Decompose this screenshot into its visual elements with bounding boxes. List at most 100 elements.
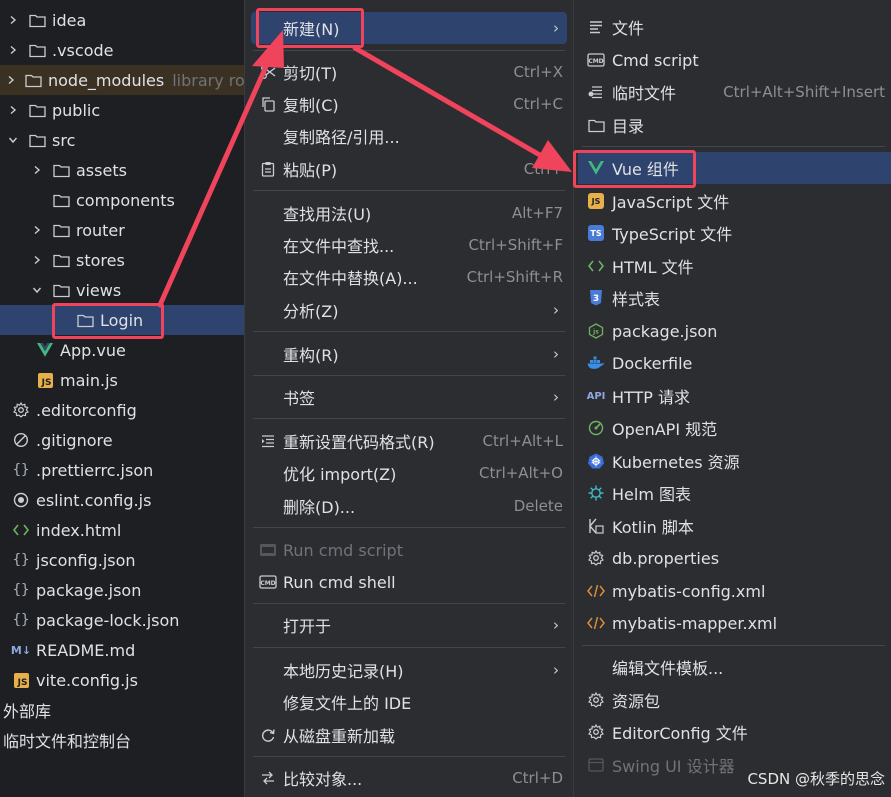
tree-row[interactable]: {} jsconfig.json — [0, 545, 244, 575]
tree-row[interactable]: src — [0, 125, 244, 155]
submenu-item-mybatis-mapper[interactable]: mybatis-mapper.xml — [578, 607, 891, 639]
annotation-box-new — [256, 8, 364, 48]
chevron-right-icon[interactable] — [30, 163, 44, 177]
submenu-item-scratch-file[interactable]: 临时文件 Ctrl+Alt+Shift+Insert — [578, 76, 891, 108]
menu-item-copy-path[interactable]: 复制路径/引用... — [251, 120, 567, 152]
submenu-item-typescript[interactable]: TS TypeScript 文件 — [578, 217, 891, 249]
menu-item-local-history[interactable]: 本地历史记录(H) › — [251, 654, 567, 686]
submenu-item-label: 样式表 — [612, 290, 661, 309]
submenu-item-javascript[interactable]: JS JavaScript 文件 — [578, 185, 891, 217]
tree-row-scratches[interactable]: 临时文件和控制台 — [0, 725, 244, 755]
tree-row[interactable]: .gitignore — [0, 425, 244, 455]
html-icon — [12, 521, 30, 539]
menu-item-delete[interactable]: 删除(D)... Delete — [251, 490, 567, 522]
project-tree: idea .vscode node_modules library ro public s… — [0, 0, 244, 797]
chevron-right-icon[interactable] — [6, 43, 20, 57]
svg-text:CMD: CMD — [588, 58, 603, 65]
submenu-item-helm-chart[interactable]: Helm 图表 — [578, 477, 891, 509]
submenu-item-resource-bundle[interactable]: 资源包 — [578, 684, 891, 716]
ts-icon: TS — [587, 224, 605, 242]
tree-item-label: App.vue — [60, 340, 126, 360]
submenu-item-dockerfile[interactable]: Dockerfile — [578, 347, 891, 379]
tree-row[interactable]: {} .prettierrc.json — [0, 455, 244, 485]
tree-row[interactable]: JS vite.config.js — [0, 665, 244, 695]
tree-item-label: package.json — [36, 580, 142, 600]
tree-row[interactable]: .editorconfig — [0, 395, 244, 425]
submenu-arrow-icon: › — [553, 661, 559, 679]
helm-icon — [587, 484, 605, 502]
tree-row[interactable]: idea — [0, 5, 244, 35]
submenu-item-package-json[interactable]: js package.json — [578, 315, 891, 347]
tree-row[interactable]: stores — [0, 245, 244, 275]
submenu-item-kubernetes[interactable]: Kubernetes 资源 — [578, 445, 891, 477]
menu-item-reformat-code[interactable]: 重新设置代码格式(R) Ctrl+Alt+L — [251, 425, 567, 457]
reload-icon — [259, 726, 277, 744]
chevron-down-icon[interactable] — [30, 283, 44, 297]
menu-item-compare-with[interactable]: 比较对象... Ctrl+D — [251, 762, 567, 794]
submenu-item-cmd-script[interactable]: CMD Cmd script — [578, 44, 891, 76]
tree-row[interactable]: router — [0, 215, 244, 245]
tree-row[interactable]: M↓ README.md — [0, 635, 244, 665]
submenu-item-editorconfig[interactable]: EditorConfig 文件 — [578, 716, 891, 748]
submenu-item-openapi[interactable]: OpenAPI 规范 — [578, 412, 891, 444]
chevron-right-icon[interactable] — [6, 13, 20, 27]
tree-row[interactable]: .vscode — [0, 35, 244, 65]
menu-item-label: 优化 import(Z) — [283, 465, 397, 484]
menu-item-reload-from-disk[interactable]: 从磁盘重新加载 — [251, 719, 567, 751]
submenu-item-stylesheet[interactable]: 3 样式表 — [578, 282, 891, 314]
menu-item-find-in-files[interactable]: 在文件中查找... Ctrl+Shift+F — [251, 229, 567, 261]
menu-separator — [253, 647, 565, 648]
menu-item-replace-in-files[interactable]: 在文件中替换(A)... Ctrl+Shift+R — [251, 261, 567, 293]
tree-item-label: assets — [76, 160, 127, 180]
menu-item-copy[interactable]: 复制(C) Ctrl+C — [251, 88, 567, 120]
menu-item-repair-ide[interactable]: 修复文件上的 IDE — [251, 686, 567, 718]
tree-row[interactable]: {} package.json — [0, 575, 244, 605]
chevron-right-icon[interactable] — [6, 103, 20, 117]
menu-item-label: 书签 — [283, 389, 316, 408]
menu-item-paste[interactable]: 粘贴(P) Ctrl+ — [251, 153, 567, 185]
menu-separator — [253, 375, 565, 376]
chevron-down-icon[interactable] — [6, 133, 20, 147]
chevron-right-icon[interactable] — [30, 223, 44, 237]
submenu-item-file[interactable]: 文件 — [578, 11, 891, 43]
submenu-item-edit-templates[interactable]: 编辑文件模板... — [578, 651, 891, 683]
menu-item-cut[interactable]: 剪切(T) Ctrl+X — [251, 56, 567, 88]
submenu-item-label: package.json — [612, 321, 718, 341]
submenu-item-http-request[interactable]: API HTTP 请求 — [578, 380, 891, 412]
submenu-item-label: db.properties — [612, 548, 720, 568]
menu-item-open-in[interactable]: 打开于 › — [251, 609, 567, 641]
menu-item-run-cmd-shell[interactable]: CMD Run cmd shell — [251, 566, 567, 598]
submenu-item-kotlin-script[interactable]: Kotlin 脚本 — [578, 510, 891, 542]
tree-row[interactable]: public — [0, 95, 244, 125]
folder-icon — [28, 101, 46, 119]
tree-row[interactable]: views — [0, 275, 244, 305]
tree-row[interactable]: {} package-lock.json — [0, 605, 244, 635]
menu-item-optimize-imports[interactable]: 优化 import(Z) Ctrl+Alt+O — [251, 457, 567, 489]
tree-row[interactable]: App.vue — [0, 335, 244, 365]
menu-item-analyze[interactable]: 分析(Z) › — [251, 294, 567, 326]
shortcut: Ctrl+D — [512, 769, 563, 787]
tree-row[interactable]: eslint.config.js — [0, 485, 244, 515]
svg-text:3: 3 — [593, 294, 599, 304]
tree-row-external-libraries[interactable]: 外部库 — [0, 695, 244, 725]
chevron-right-icon[interactable] — [30, 253, 44, 267]
submenu-item-directory[interactable]: 目录 — [578, 109, 891, 141]
tree-row[interactable]: JS main.js — [0, 365, 244, 395]
menu-item-label: 在文件中查找... — [283, 237, 395, 256]
shortcut: Ctrl+Alt+O — [479, 464, 563, 482]
submenu-item-html[interactable]: HTML 文件 — [578, 250, 891, 282]
menu-item-refactor[interactable]: 重构(R) › — [251, 338, 567, 370]
scratch-file-icon — [587, 83, 605, 101]
tree-row[interactable]: index.html — [0, 515, 244, 545]
menu-item-bookmarks[interactable]: 书签 › — [251, 381, 567, 413]
chevron-right-icon[interactable] — [6, 73, 16, 87]
menu-item-find-usages[interactable]: 查找用法(U) Alt+F7 — [251, 197, 567, 229]
annotation-box-login — [52, 303, 164, 339]
menu-item-label: 比较对象... — [283, 770, 363, 789]
tree-row[interactable]: node_modules library ro — [0, 65, 244, 95]
menu-item-label: 复制路径/引用... — [283, 128, 400, 147]
tree-row[interactable]: components — [0, 185, 244, 215]
submenu-item-db-properties[interactable]: db.properties — [578, 542, 891, 574]
submenu-item-mybatis-config[interactable]: mybatis-config.xml — [578, 575, 891, 607]
tree-row[interactable]: assets — [0, 155, 244, 185]
